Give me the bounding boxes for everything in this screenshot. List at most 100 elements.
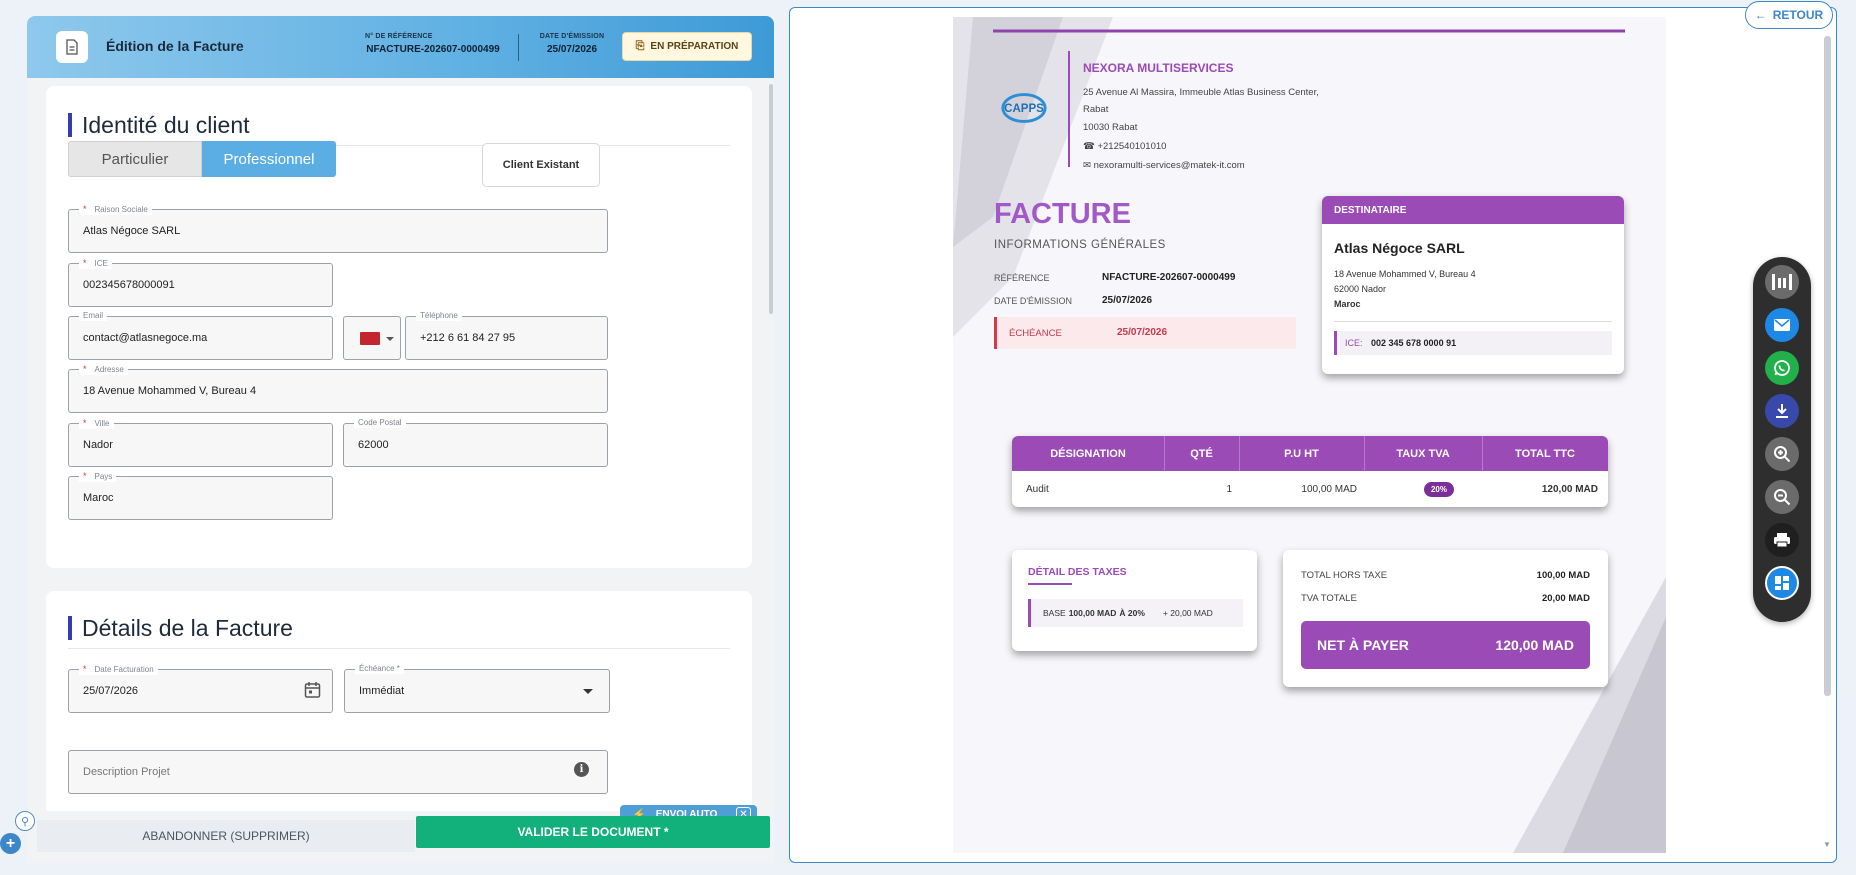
- editor-scrollbar[interactable]: [769, 84, 773, 314]
- status-badge: ⎘ EN PRÉPARATION: [622, 32, 752, 61]
- totals-card: TOTAL HORS TAXE 100,00 MAD TVA TOTALE 20…: [1283, 550, 1608, 687]
- items-table: DÉSIGNATION QTÉ P.U HT TAUX TVA TOTAL TT…: [1012, 436, 1608, 507]
- layout-icon[interactable]: [1765, 265, 1799, 299]
- retour-button[interactable]: ← RETOUR: [1745, 1, 1833, 29]
- col-divider: [1239, 436, 1240, 471]
- add-icon[interactable]: +: [0, 833, 21, 854]
- tax-base-amount: 100,00 MAD: [1068, 608, 1117, 618]
- dashboard-icon[interactable]: [1765, 566, 1799, 600]
- scroll-down-icon[interactable]: ▼: [1823, 840, 1831, 849]
- echeance-label: ÉCHÉANCE: [1009, 328, 1062, 339]
- raison-sociale-label-text: Raison Sociale: [94, 205, 148, 214]
- telephone-field[interactable]: Téléphone +212 6 61 84 27 95: [405, 311, 608, 360]
- echeance-label: Échéance *: [355, 664, 404, 674]
- status-text: EN PRÉPARATION: [650, 41, 739, 52]
- abandon-button[interactable]: ABANDONNER (SUPPRIMER): [37, 820, 415, 852]
- zoom-out-icon[interactable]: [1765, 480, 1799, 514]
- destinataire-addr2: 62000 Nador: [1334, 284, 1387, 294]
- echeance-select[interactable]: Échéance * Immédiat: [344, 664, 610, 713]
- invoice-preview-panel: ← RETOUR CAPPS NEXORA MULTISERVICES 25 Av…: [789, 1, 1837, 863]
- info-icon[interactable]: i: [574, 762, 589, 777]
- date-facturation-label: * Date Facturation: [79, 664, 158, 675]
- code-postal-label: Code Postal: [354, 418, 406, 428]
- company-address: 25 Avenue Al Massira, Immeuble Atlas Bus…: [1083, 84, 1319, 174]
- raison-sociale-value: Atlas Négoce SARL: [83, 225, 181, 237]
- chevron-down-icon: [583, 689, 593, 694]
- destinataire-country: Maroc: [1334, 299, 1361, 309]
- ice-field[interactable]: * ICE 002345678000091: [68, 258, 333, 307]
- pays-label: * Pays: [79, 471, 117, 482]
- raison-sociale-field[interactable]: * Raison Sociale Atlas Négoce SARL: [68, 204, 608, 253]
- editor-header: Édition de la Facture N° DE RÉFÉRENCE NF…: [27, 16, 774, 78]
- col-divider: [1164, 436, 1165, 471]
- type-particulier-button[interactable]: Particulier: [68, 141, 202, 177]
- status-icon: ⎘: [635, 40, 645, 52]
- valider-button[interactable]: VALIDER LE DOCUMENT *: [416, 816, 770, 848]
- client-card: Identité du client Particulier Professio…: [46, 86, 752, 568]
- preview-toolbar: [1753, 257, 1811, 622]
- type-professionnel-button[interactable]: Professionnel: [202, 141, 336, 177]
- ville-label: * Ville: [79, 418, 114, 429]
- company-divider: [1068, 51, 1070, 167]
- date-label: DATE D'ÉMISSION: [539, 33, 605, 40]
- echeance-value: Immédiat: [359, 685, 405, 697]
- ice-label: * ICE: [79, 258, 112, 269]
- date-facturation-field[interactable]: * Date Facturation 25/07/2026: [68, 664, 333, 713]
- details-card: Détails de la Facture * Date Facturation …: [46, 591, 752, 811]
- tax-base-prefix: BASE: [1043, 608, 1066, 618]
- details-section-title: Détails de la Facture: [68, 616, 293, 640]
- download-icon[interactable]: [1765, 394, 1799, 428]
- date-value: 25/07/2026: [546, 44, 598, 55]
- destinataire-ice-box: ICE: 002 345 678 0000 91: [1334, 331, 1612, 355]
- zoom-in-icon[interactable]: [1765, 437, 1799, 471]
- calendar-icon[interactable]: [304, 681, 321, 704]
- email-field[interactable]: Email contact@atlasnegoce.ma: [68, 311, 333, 360]
- net-label: NET À PAYER: [1317, 637, 1409, 653]
- code-postal-value: 62000: [358, 439, 389, 451]
- reference-label: RÉFÉRENCE: [994, 273, 1050, 283]
- destinataire-title: DESTINATAIRE: [1322, 196, 1624, 224]
- invoice-editor-panel: Édition de la Facture N° DE RÉFÉRENCE NF…: [27, 16, 774, 863]
- email-icon[interactable]: [1765, 308, 1799, 342]
- document-title: FACTURE: [994, 198, 1131, 230]
- ice-value: 002345678000091: [83, 279, 175, 291]
- morocco-flag-icon: [360, 332, 380, 345]
- existing-client-button[interactable]: Client Existant: [482, 143, 600, 187]
- action-bar: ABANDONNER (SUPPRIMER) VALIDER LE DOCUME…: [27, 816, 774, 856]
- company-phone: ☎ +212540101010: [1083, 141, 1167, 152]
- preview-scrollbar[interactable]: [1824, 36, 1831, 696]
- description-field[interactable]: Description Projet i: [68, 750, 608, 794]
- code-postal-field[interactable]: Code Postal 62000: [343, 418, 608, 467]
- ice-label: ICE:: [1345, 338, 1363, 348]
- destinataire-name: Atlas Négoce SARL: [1334, 240, 1465, 256]
- reference-label: N° DE RÉFÉRENCE: [365, 33, 433, 40]
- adresse-label: * Adresse: [79, 364, 128, 375]
- adresse-field[interactable]: * Adresse 18 Avenue Mohammed V, Bureau 4: [68, 364, 608, 413]
- pin-icon[interactable]: ⚲: [15, 811, 35, 831]
- header-date: DATE D'ÉMISSION 25/07/2026: [532, 33, 612, 55]
- destinataire-addr1: 18 Avenue Mohammed V, Bureau 4: [1334, 269, 1476, 279]
- country-code-select[interactable]: [343, 316, 401, 360]
- print-icon[interactable]: [1765, 523, 1799, 557]
- col-tva: TAUX TVA: [1396, 447, 1450, 460]
- destinataire-address: 18 Avenue Mohammed V, Bureau 4 62000 Nad…: [1334, 267, 1476, 312]
- tax-line: BASE 100,00 MAD À 20% + 20,00 MAD: [1028, 599, 1243, 627]
- pays-field[interactable]: * Pays Maroc: [68, 471, 333, 520]
- email-value: contact@atlasnegoce.ma: [83, 332, 208, 344]
- col-divider: [1482, 436, 1483, 471]
- ville-field[interactable]: * Ville Nador: [68, 418, 333, 467]
- company-name: NEXORA MULTISERVICES: [1083, 61, 1234, 75]
- section-divider: [68, 648, 730, 649]
- logo-text: CAPPS: [1004, 103, 1044, 115]
- date-facturation-value: 25/07/2026: [83, 685, 139, 697]
- adresse-value: 18 Avenue Mohammed V, Bureau 4: [83, 385, 257, 397]
- taxes-title: DÉTAIL DES TAXES: [1028, 566, 1127, 578]
- tva-badge: 20%: [1423, 481, 1454, 497]
- whatsapp-icon[interactable]: [1765, 351, 1799, 385]
- col-qte: QTÉ: [1190, 447, 1213, 460]
- col-pu: P.U HT: [1284, 447, 1319, 460]
- info-title: INFORMATIONS GÉNÉRALES: [994, 239, 1166, 251]
- description-placeholder: Description Projet: [83, 766, 170, 778]
- ville-label-text: Ville: [94, 419, 110, 428]
- row-total: 120,00 MAD: [1541, 483, 1598, 495]
